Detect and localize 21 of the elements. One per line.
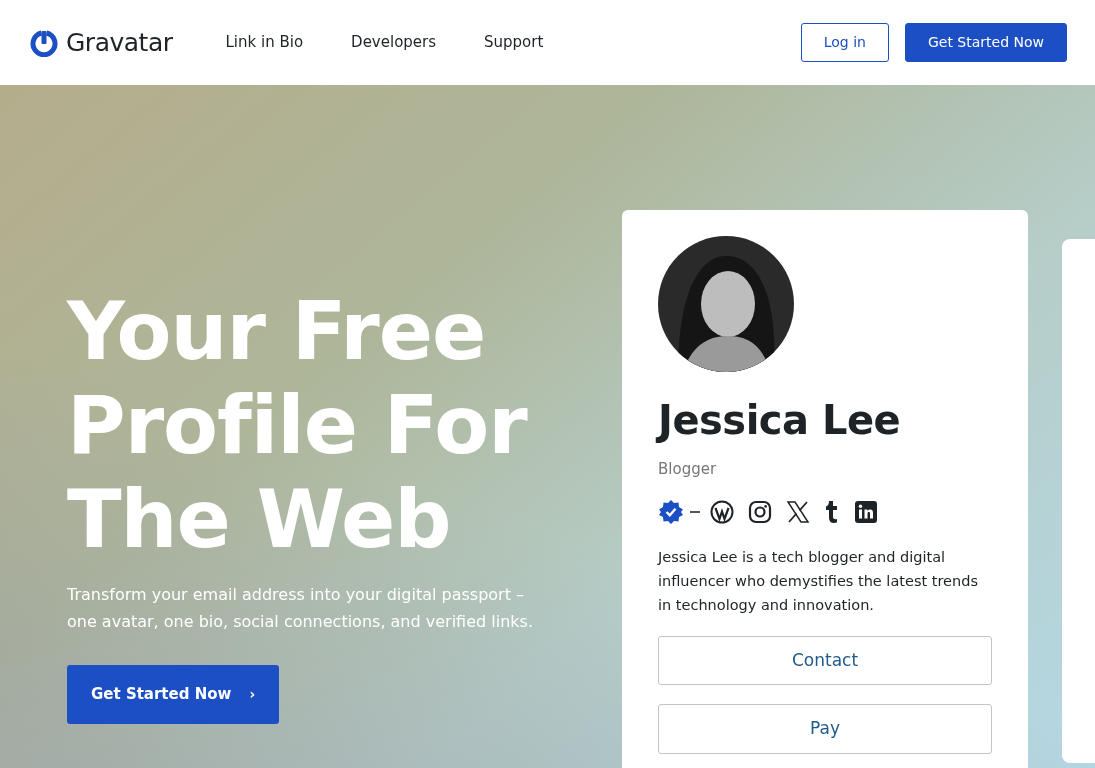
contact-button[interactable]: Contact — [658, 635, 992, 685]
get-started-button[interactable]: Get Started Now — [904, 23, 1067, 62]
nav-link[interactable]: Developers — [351, 31, 437, 54]
logo-icon — [30, 28, 58, 57]
get-started-button[interactable]: Get Started Now › — [67, 665, 280, 724]
wordpress-icon[interactable] — [710, 499, 734, 524]
instagram-icon[interactable] — [748, 499, 772, 524]
hero-heading: Your Free Profile For The Web — [67, 285, 529, 567]
profile-role: Blogger — [658, 459, 718, 480]
tumblr-icon[interactable] — [824, 499, 840, 524]
x-icon[interactable] — [786, 499, 810, 524]
linkedin-icon[interactable] — [854, 499, 878, 524]
verified-icon — [658, 498, 684, 525]
chevron-icon: › — [249, 683, 256, 705]
login-button[interactable]: Log in — [800, 23, 889, 62]
nav-link[interactable]: Link in Bio — [225, 31, 304, 54]
nav-link[interactable]: Support — [484, 31, 544, 54]
pay-button[interactable]: Pay — [658, 704, 992, 754]
profile-bio: Jessica Lee is a tech blogger and digital influencer who demystifies the latest trends in technology and innovation. — [658, 547, 979, 615]
brand-name[interactable]: Gravatar — [66, 23, 173, 62]
hero-subtitle: Transform your email address into your digital passport – one avatar, one bio, social connections, and verified links. — [67, 584, 534, 633]
